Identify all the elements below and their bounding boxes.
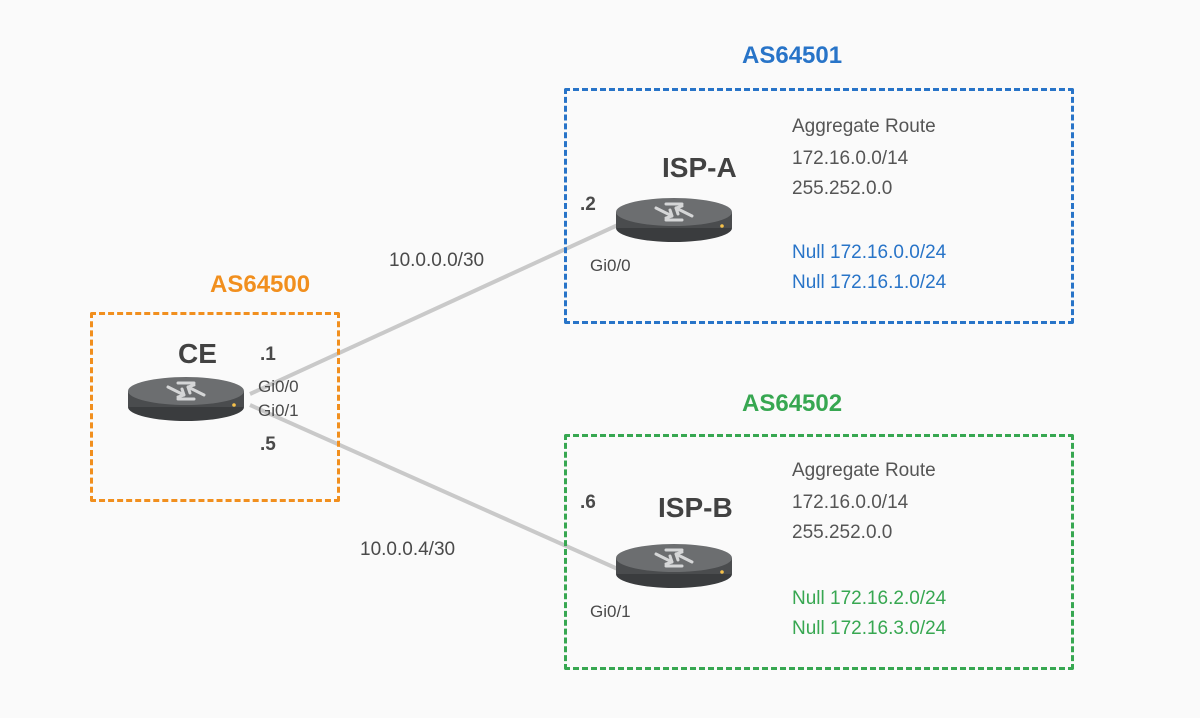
ispb-iface: Gi0/1 [590, 602, 631, 622]
ispa-router [614, 196, 734, 244]
ispb-null2: Null 172.16.3.0/24 [792, 618, 946, 640]
ce-iface-g01: Gi0/1 [258, 401, 299, 421]
ce-ip-g01: .5 [260, 434, 276, 456]
ispb-router [614, 542, 734, 590]
ce-router [126, 375, 246, 423]
link-b-subnet: 10.0.0.4/30 [360, 539, 455, 561]
ispa-null2: Null 172.16.1.0/24 [792, 272, 946, 294]
ce-ip-g00: .1 [260, 344, 276, 366]
ispb-agg-net: 172.16.0.0/14 [792, 492, 908, 514]
ispb-label: ISP-B [658, 492, 733, 524]
ispa-null1: Null 172.16.0.0/24 [792, 242, 946, 264]
ce-iface-g00: Gi0/0 [258, 377, 299, 397]
ispa-ip: .2 [580, 194, 596, 216]
as64500-title: AS64500 [210, 271, 310, 299]
ispa-agg-mask: 255.252.0.0 [792, 178, 892, 200]
ispb-ip: .6 [580, 492, 596, 514]
ispb-null1: Null 172.16.2.0/24 [792, 588, 946, 610]
ispb-agg-title: Aggregate Route [792, 460, 936, 482]
ispa-agg-title: Aggregate Route [792, 116, 936, 138]
ce-label: CE [178, 338, 217, 370]
ispb-agg-mask: 255.252.0.0 [792, 522, 892, 544]
link-a-subnet: 10.0.0.0/30 [389, 250, 484, 272]
ispa-label: ISP-A [662, 152, 737, 184]
ispa-agg-net: 172.16.0.0/14 [792, 148, 908, 170]
as64501-title: AS64501 [742, 42, 842, 70]
as64502-title: AS64502 [742, 390, 842, 418]
ispa-iface: Gi0/0 [590, 256, 631, 276]
